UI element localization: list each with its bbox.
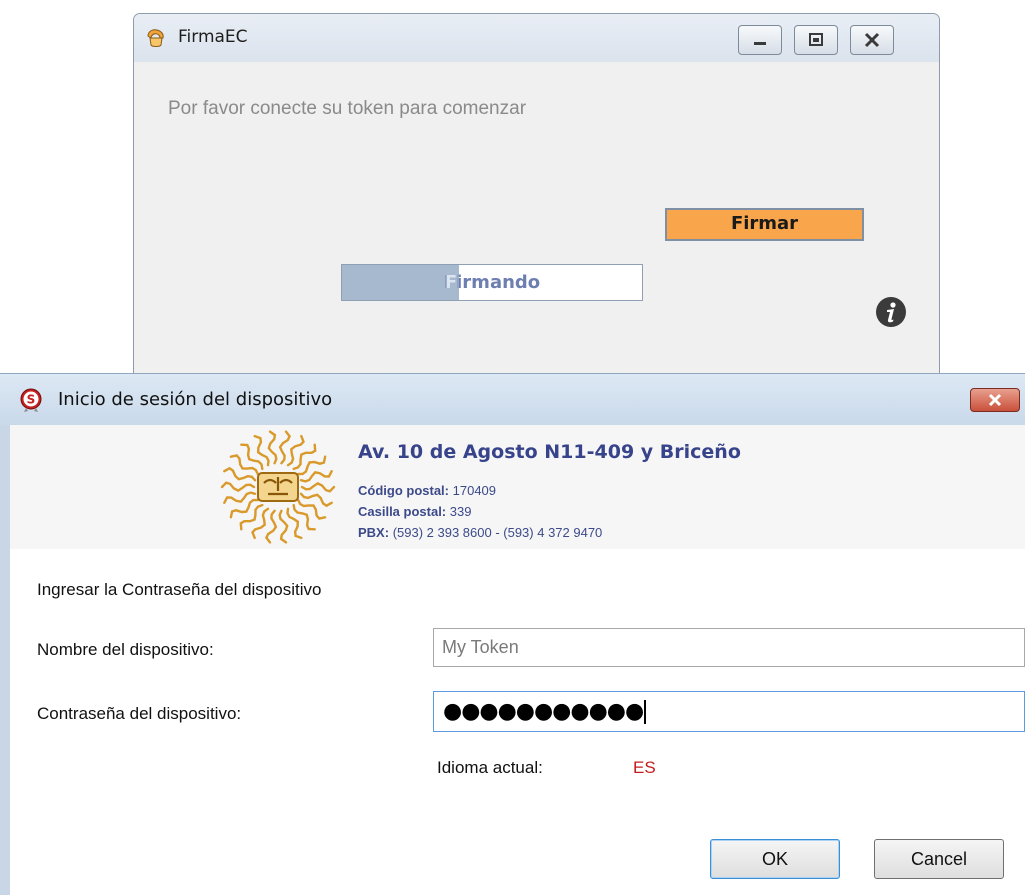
- dialog-title: Inicio de sesión del dispositivo: [58, 389, 333, 410]
- firmaec-content: Por favor conecte su token para comenzar…: [134, 62, 939, 374]
- minimize-button[interactable]: [738, 25, 782, 55]
- cancel-button[interactable]: Cancel: [874, 839, 1004, 879]
- window-title: FirmaEC: [178, 27, 248, 47]
- password-field[interactable]: ●●●●●●●●●●●: [433, 691, 1025, 732]
- device-name-field[interactable]: My Token: [433, 628, 1025, 667]
- password-label: Contraseña del dispositivo:: [37, 704, 242, 723]
- institution-logo: [220, 430, 336, 544]
- progress-label-overlay: Firmando: [444, 272, 459, 293]
- close-icon: [988, 393, 1002, 407]
- device-login-dialog: S Inicio de sesión del dispositivo Av. 1…: [0, 373, 1025, 895]
- password-prompt: Ingresar la Contraseña del dispositivo: [37, 580, 322, 599]
- language-label: Idioma actual:: [437, 758, 543, 777]
- ok-button[interactable]: OK: [710, 839, 840, 879]
- banner-address: Av. 10 de Agosto N11-409 y Briceño: [358, 441, 741, 463]
- close-icon: [864, 32, 880, 48]
- info-icon[interactable]: [875, 296, 907, 328]
- status-message: Por favor conecte su token para comenzar: [168, 98, 527, 119]
- dialog-titlebar[interactable]: S Inicio de sesión del dispositivo: [0, 373, 1025, 425]
- dialog-close-button[interactable]: [970, 388, 1020, 412]
- institution-banner: Av. 10 de Agosto N11-409 y Briceño Códig…: [10, 425, 1025, 549]
- maximize-icon: [809, 33, 823, 46]
- password-value: ●●●●●●●●●●●: [443, 699, 644, 724]
- banner-po-box: Casilla postal: 339: [358, 504, 472, 519]
- firmaec-app-icon: [147, 29, 164, 47]
- signer-app-icon: S: [20, 388, 42, 412]
- banner-postal-code: Código postal: 170409: [358, 483, 497, 498]
- device-name-label: Nombre del dispositivo:: [37, 640, 214, 659]
- firmar-button[interactable]: Firmar: [665, 208, 864, 241]
- text-caret: [644, 700, 647, 724]
- language-value: ES: [633, 758, 656, 777]
- minimize-icon: [754, 42, 766, 45]
- firmaec-titlebar[interactable]: FirmaEC: [134, 14, 939, 62]
- firmaec-window: FirmaEC Por favor conecte su token para …: [133, 13, 940, 375]
- svg-text:S: S: [27, 393, 36, 407]
- close-button[interactable]: [850, 25, 894, 55]
- signing-progress-bar: Firmando Firmando: [341, 264, 643, 301]
- banner-phone: PBX: (593) 2 393 8600 - (593) 4 372 9470: [358, 525, 603, 540]
- maximize-button[interactable]: [794, 25, 838, 55]
